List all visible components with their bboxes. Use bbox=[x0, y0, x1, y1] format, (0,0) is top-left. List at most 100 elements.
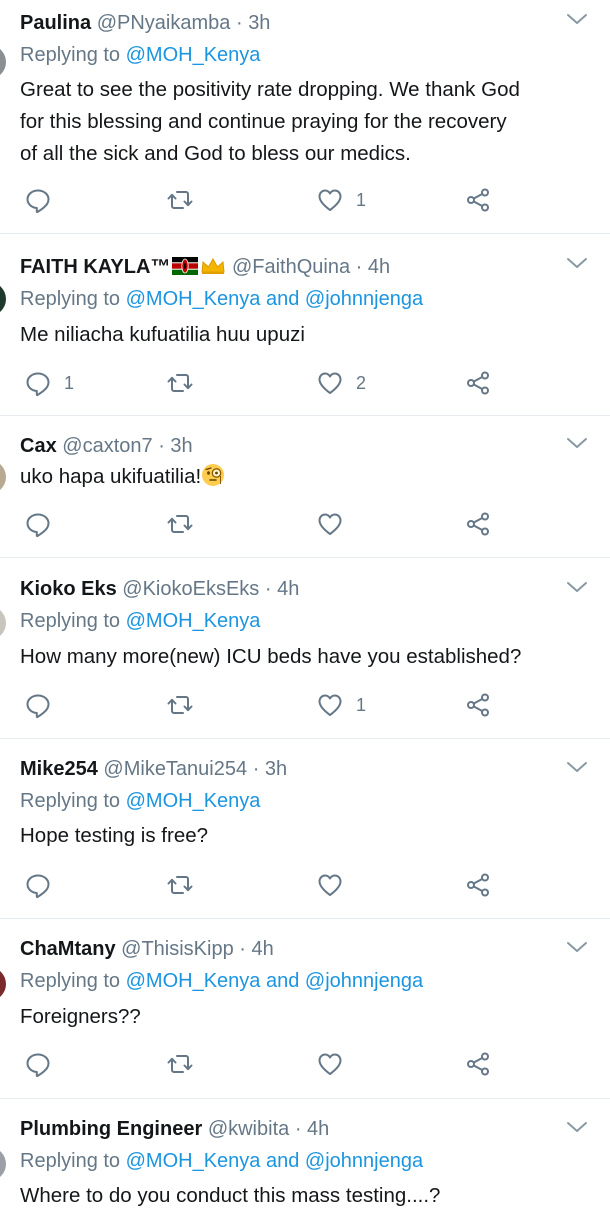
replying-to-link[interactable]: @MOH_Kenya bbox=[126, 610, 261, 632]
tweet-item[interactable]: FAITH KAYLA™ @FaithQuina · 4h Replying t… bbox=[0, 234, 610, 416]
action-bar: 1 2 bbox=[0, 367, 610, 399]
author-name[interactable]: ChaMtany bbox=[20, 938, 116, 960]
author-handle[interactable]: @caxton7 bbox=[62, 435, 152, 457]
replying-to-link[interactable]: @MOH_Kenya and @johnnjenga bbox=[126, 970, 423, 992]
avatar[interactable] bbox=[0, 787, 6, 821]
author-handle[interactable]: @kwibita bbox=[208, 1118, 289, 1140]
tweet-item[interactable]: Plumbing Engineer @kwibita · 4h Replying… bbox=[0, 1099, 610, 1230]
timestamp[interactable]: 3h bbox=[170, 435, 192, 457]
reply-button[interactable] bbox=[24, 869, 52, 901]
tweet-item[interactable]: Paulina @PNyaikamba · 3h Replying to @MO… bbox=[0, 0, 610, 234]
tweet-header: Mike254 @MikeTanui254 · 3h bbox=[20, 756, 287, 782]
tweet-header: Plumbing Engineer @kwibita · 4h bbox=[20, 1116, 329, 1142]
share-icon bbox=[464, 871, 492, 899]
replying-to-link[interactable]: @MOH_Kenya and @johnnjenga bbox=[126, 1150, 423, 1172]
timestamp[interactable]: 3h bbox=[248, 12, 270, 34]
author-name[interactable]: Kioko Eks bbox=[20, 578, 117, 600]
timestamp[interactable]: 4h bbox=[252, 938, 274, 960]
caret-down-icon[interactable] bbox=[566, 940, 588, 954]
tweet-header: Cax @caxton7 · 3h bbox=[20, 433, 193, 459]
separator: · bbox=[355, 256, 363, 278]
reply-button[interactable] bbox=[24, 689, 52, 721]
retweet-icon bbox=[166, 691, 194, 719]
share-button[interactable] bbox=[464, 508, 492, 540]
caret-down-icon[interactable] bbox=[566, 436, 588, 450]
reply-button[interactable] bbox=[24, 1048, 52, 1080]
reply-button[interactable]: 1 bbox=[24, 367, 74, 399]
replying-to: Replying to @MOH_Kenya bbox=[20, 42, 260, 68]
author-name[interactable]: Cax bbox=[20, 435, 57, 457]
like-button[interactable]: 1 bbox=[316, 184, 366, 216]
avatar[interactable] bbox=[0, 460, 6, 494]
replying-to-link[interactable]: @MOH_Kenya bbox=[126, 44, 261, 66]
action-bar: 1 bbox=[0, 184, 610, 216]
avatar[interactable] bbox=[0, 45, 6, 79]
tweet-header: Paulina @PNyaikamba · 3h bbox=[20, 10, 270, 36]
reply-count: 1 bbox=[64, 372, 75, 393]
caret-down-icon[interactable] bbox=[566, 1120, 588, 1134]
author-name[interactable]: Paulina bbox=[20, 12, 91, 34]
caret-down-icon[interactable] bbox=[566, 12, 588, 26]
retweet-icon bbox=[166, 1050, 194, 1078]
author-handle[interactable]: @KiokoEksEks bbox=[122, 578, 259, 600]
author-handle[interactable]: @MikeTanui254 bbox=[103, 758, 247, 780]
like-button[interactable]: 2 bbox=[316, 367, 366, 399]
tweet-text: uko hapa ukifuatilia! bbox=[20, 461, 600, 493]
share-button[interactable] bbox=[464, 689, 492, 721]
author-handle[interactable]: @ThisisKipp bbox=[121, 938, 234, 960]
tweet-item[interactable]: Cax @caxton7 · 3h uko hapa ukifuatilia! bbox=[0, 416, 610, 558]
like-button[interactable] bbox=[316, 508, 344, 540]
reply-icon bbox=[24, 369, 52, 397]
retweet-icon bbox=[166, 871, 194, 899]
replying-to-link[interactable]: @MOH_Kenya bbox=[126, 790, 261, 812]
replying-to-label: Replying to bbox=[20, 970, 126, 992]
reply-icon bbox=[24, 871, 52, 899]
retweet-button[interactable] bbox=[166, 1048, 194, 1080]
author-name[interactable]: FAITH KAYLA™ bbox=[20, 256, 170, 278]
timestamp[interactable]: 4h bbox=[307, 1118, 329, 1140]
replying-to-label: Replying to bbox=[20, 610, 126, 632]
author-handle[interactable]: @PNyaikamba bbox=[97, 12, 231, 34]
tweet-text-line: Where to do you conduct this mass testin… bbox=[20, 1184, 441, 1207]
retweet-button[interactable] bbox=[166, 689, 194, 721]
like-icon bbox=[316, 871, 344, 899]
retweet-button[interactable] bbox=[166, 869, 194, 901]
retweet-button[interactable] bbox=[166, 367, 194, 399]
like-button[interactable] bbox=[316, 1048, 344, 1080]
share-button[interactable] bbox=[464, 367, 492, 399]
author-handle[interactable]: @FaithQuina bbox=[232, 256, 350, 278]
reply-button[interactable] bbox=[24, 184, 52, 216]
retweet-button[interactable] bbox=[166, 508, 194, 540]
caret-down-icon[interactable] bbox=[566, 580, 588, 594]
avatar[interactable] bbox=[0, 1147, 6, 1181]
tweet-item[interactable]: ChaMtany @ThisisKipp · 4h Replying to @M… bbox=[0, 919, 610, 1099]
replying-to: Replying to @MOH_Kenya and @johnnjenga bbox=[20, 968, 423, 994]
caret-down-icon[interactable] bbox=[566, 256, 588, 270]
like-button[interactable] bbox=[316, 869, 344, 901]
timestamp[interactable]: 4h bbox=[368, 256, 390, 278]
share-button[interactable] bbox=[464, 184, 492, 216]
caret-down-icon[interactable] bbox=[566, 760, 588, 774]
avatar[interactable] bbox=[0, 967, 6, 1001]
avatar[interactable] bbox=[0, 606, 6, 640]
retweet-button[interactable] bbox=[166, 184, 194, 216]
separator: · bbox=[235, 12, 243, 34]
share-button[interactable] bbox=[464, 869, 492, 901]
timestamp[interactable]: 3h bbox=[265, 758, 287, 780]
tweet-item[interactable]: Kioko Eks @KiokoEksEks · 4h Replying to … bbox=[0, 558, 610, 739]
replying-to-link[interactable]: @MOH_Kenya and @johnnjenga bbox=[126, 288, 423, 310]
tweet-item[interactable]: Mike254 @MikeTanui254 · 3h Replying to @… bbox=[0, 739, 610, 919]
author-name[interactable]: Plumbing Engineer bbox=[20, 1118, 202, 1140]
monocle-face-emoji bbox=[202, 464, 225, 486]
replying-to: Replying to @MOH_Kenya and @johnnjenga bbox=[20, 1148, 423, 1174]
avatar[interactable] bbox=[0, 282, 6, 316]
action-bar bbox=[0, 1048, 610, 1080]
timestamp[interactable]: 4h bbox=[277, 578, 299, 600]
tweet-text: Great to see the positivity rate droppin… bbox=[20, 74, 600, 170]
share-button[interactable] bbox=[464, 1048, 492, 1080]
like-button[interactable]: 1 bbox=[316, 689, 366, 721]
author-name[interactable]: Mike254 bbox=[20, 758, 98, 780]
share-icon bbox=[464, 691, 492, 719]
tweet-header: Kioko Eks @KiokoEksEks · 4h bbox=[20, 576, 299, 602]
reply-button[interactable] bbox=[24, 508, 52, 540]
